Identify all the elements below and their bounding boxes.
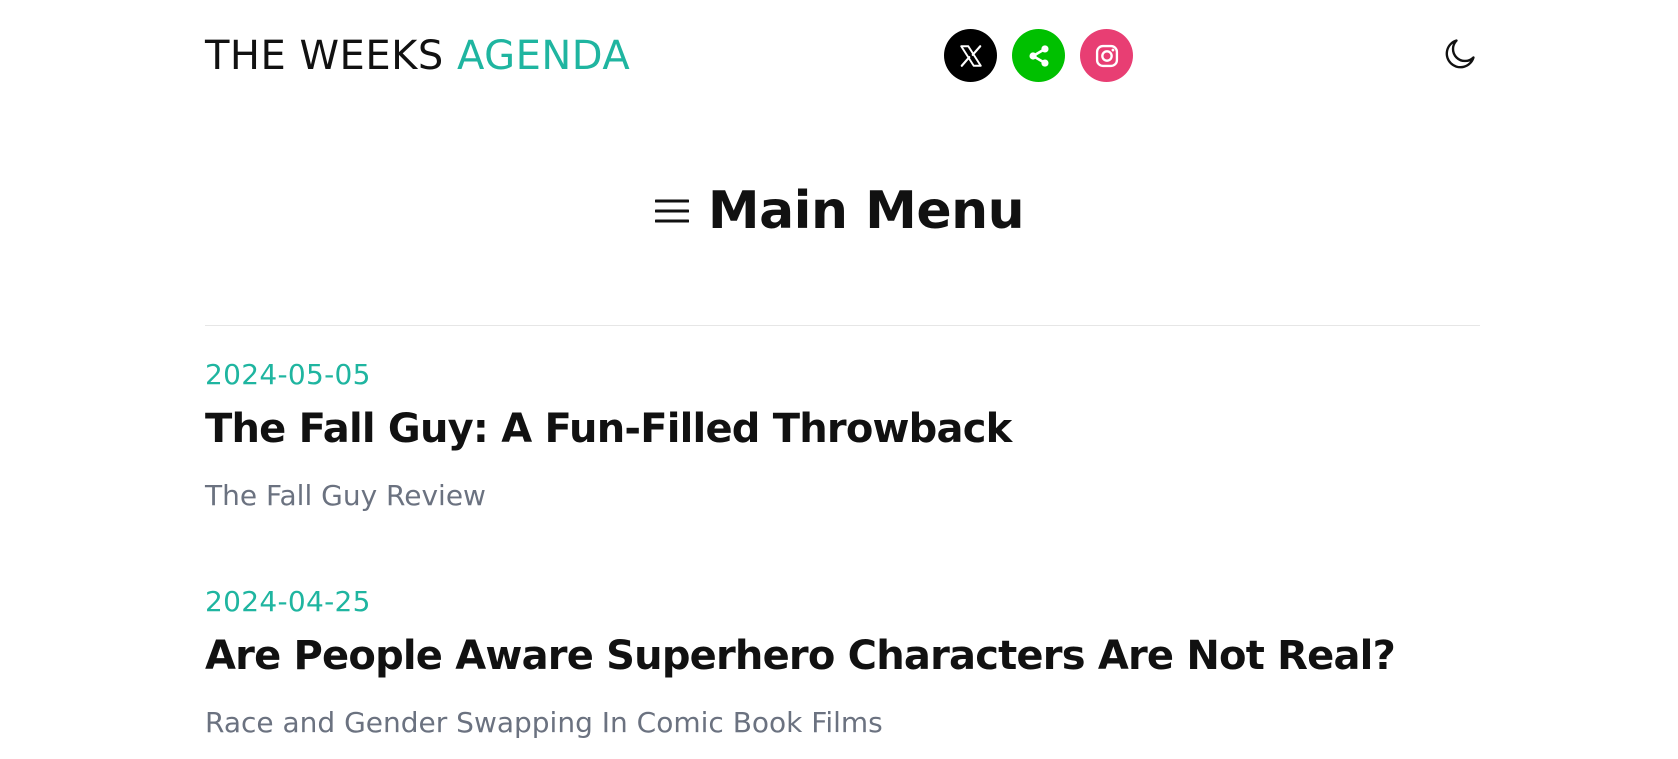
- page: THE WEEKS AGENDA Main Menu 2024-05-05 Th…: [0, 0, 1678, 759]
- post-subtitle: The Fall Guy Review: [205, 479, 486, 512]
- share-icon: [1028, 44, 1049, 67]
- post-title-link[interactable]: The Fall Guy: A Fun-Filled Throwback: [205, 401, 1480, 457]
- instagram-icon: [1095, 44, 1118, 67]
- logo-text-accent: AGENDA: [456, 33, 631, 79]
- social-links: [944, 29, 1133, 82]
- post-date: 2024-04-25: [205, 585, 371, 618]
- instagram-button[interactable]: [1080, 29, 1133, 82]
- moon-icon: [1445, 39, 1475, 69]
- x-icon: [959, 44, 982, 67]
- main-menu-toggle[interactable]: Main Menu: [0, 176, 1678, 246]
- theme-toggle-button[interactable]: [1440, 34, 1480, 74]
- logo-text-primary: THE WEEKS: [205, 33, 457, 79]
- divider: [205, 325, 1480, 326]
- main-menu-title[interactable]: Main Menu: [708, 181, 1025, 241]
- post-item: 2024-04-25 Are People Aware Superhero Ch…: [205, 584, 1480, 741]
- post-subtitle: Race and Gender Swapping In Comic Book F…: [205, 706, 883, 739]
- site-logo[interactable]: THE WEEKS AGENDA: [205, 28, 630, 84]
- share-button[interactable]: [1012, 29, 1065, 82]
- post-title-link[interactable]: Are People Aware Superhero Characters Ar…: [205, 628, 1480, 684]
- hamburger-menu-icon[interactable]: [654, 193, 690, 229]
- x-twitter-button[interactable]: [944, 29, 997, 82]
- post-item: 2024-05-05 The Fall Guy: A Fun-Filled Th…: [205, 357, 1480, 514]
- post-date: 2024-05-05: [205, 358, 371, 391]
